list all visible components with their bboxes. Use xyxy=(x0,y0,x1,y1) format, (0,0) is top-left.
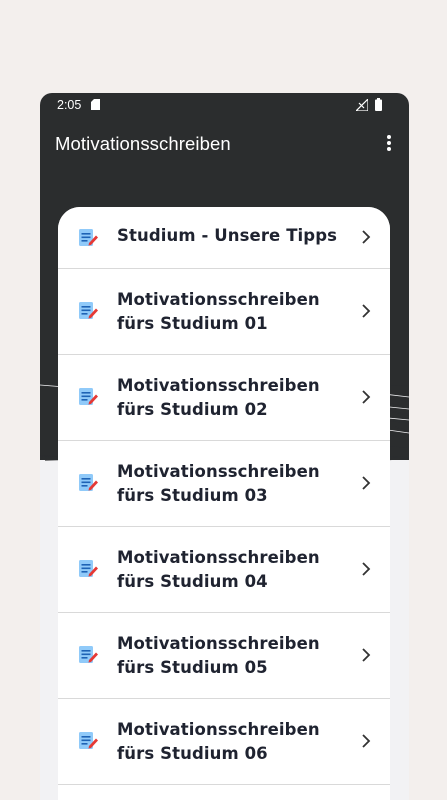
chevron-right-icon xyxy=(362,476,371,490)
list-item[interactable] xyxy=(58,785,390,800)
list-item[interactable]: Motivationsschreiben fürs Studium 06 xyxy=(58,699,390,785)
document-edit-icon xyxy=(79,388,98,405)
list-item-label: Motivationsschreiben fürs Studium 01 xyxy=(117,290,320,333)
chevron-right-icon xyxy=(362,734,371,748)
document-edit-icon xyxy=(79,646,98,663)
list-item[interactable]: Motivationsschreiben fürs Studium 03 xyxy=(58,441,390,527)
signal-icon xyxy=(356,99,368,111)
document-edit-icon xyxy=(79,560,98,577)
document-edit-icon xyxy=(79,229,98,246)
list-item-label: Studium - Unsere Tipps xyxy=(117,226,338,245)
list-item[interactable]: Motivationsschreiben fürs Studium 02 xyxy=(58,355,390,441)
list-item-label: Motivationsschreiben fürs Studium 05 xyxy=(117,634,320,677)
list-item-label: Motivationsschreiben fürs Studium 04 xyxy=(117,548,320,591)
app-title: Motivationsschreiben xyxy=(55,133,231,154)
battery-icon xyxy=(375,98,382,111)
list-item[interactable]: Studium - Unsere Tipps xyxy=(58,207,390,269)
document-edit-icon xyxy=(79,732,98,749)
document-edit-icon xyxy=(79,474,98,491)
app-bar: Motivationsschreiben xyxy=(40,117,409,173)
chevron-right-icon xyxy=(362,304,371,318)
list-item[interactable]: Motivationsschreiben fürs Studium 05 xyxy=(58,613,390,699)
list-item[interactable]: Motivationsschreiben fürs Studium 04 xyxy=(58,527,390,613)
more-vertical-icon[interactable] xyxy=(379,131,399,155)
chevron-right-icon xyxy=(362,648,371,662)
status-bar: 2:05 xyxy=(40,93,409,117)
list-item-label: Motivationsschreiben fürs Studium 03 xyxy=(117,462,320,505)
document-edit-icon xyxy=(79,302,98,319)
list-item-label: Motivationsschreiben fürs Studium 02 xyxy=(117,376,320,419)
chevron-right-icon xyxy=(362,562,371,576)
status-time: 2:05 xyxy=(57,98,82,112)
list-item[interactable]: Motivationsschreiben fürs Studium 01 xyxy=(58,269,390,355)
sd-card-icon xyxy=(91,99,100,110)
chevron-right-icon xyxy=(362,390,371,404)
article-list: Studium - Unsere Tipps Motivationsschrei… xyxy=(58,207,390,800)
phone-screen: 2:05 Motivationsschreiben Studium - Unse… xyxy=(40,93,409,800)
list-item-label: Motivationsschreiben fürs Studium 06 xyxy=(117,720,320,763)
chevron-right-icon xyxy=(362,230,371,244)
